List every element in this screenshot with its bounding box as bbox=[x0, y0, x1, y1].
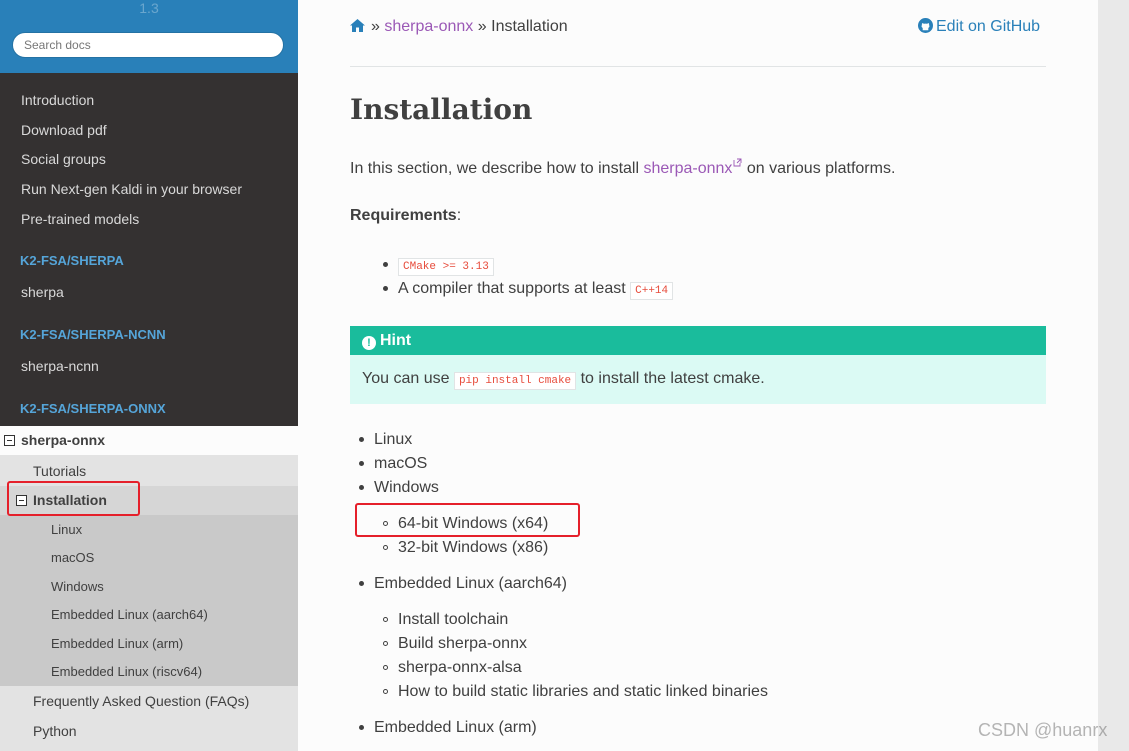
intro-text-end: on various platforms. bbox=[742, 160, 896, 177]
toc-static-libraries[interactable]: How to build static libraries and static… bbox=[398, 682, 768, 702]
nav-run-in-browser[interactable]: Run Next-gen Kaldi in your browser bbox=[21, 180, 242, 198]
nav-embedded-aarch64[interactable]: Embedded Linux (aarch64) bbox=[51, 607, 208, 623]
current-l1-row[interactable]: sherpa-onnx bbox=[0, 426, 298, 455]
req-item-cmake: CMake >= 3.13 bbox=[398, 255, 494, 277]
breadcrumb: » sherpa-onnx » Installation bbox=[350, 17, 568, 37]
hint-text-start: You can use bbox=[362, 370, 454, 387]
bullet bbox=[383, 665, 388, 670]
bullet bbox=[383, 286, 388, 291]
sherpa-onnx-link[interactable]: sherpa-onnx bbox=[643, 160, 732, 177]
toc-macos[interactable]: macOS bbox=[374, 454, 427, 474]
nav-embedded-arm[interactable]: Embedded Linux (arm) bbox=[51, 636, 183, 652]
bullet bbox=[359, 725, 364, 730]
bullet bbox=[383, 545, 388, 550]
hint-text: You can use pip install cmake to install… bbox=[362, 369, 765, 391]
code-cpp14: C++14 bbox=[630, 282, 674, 300]
divider bbox=[350, 66, 1046, 67]
breadcrumb-separator: » bbox=[371, 18, 380, 35]
bullet bbox=[359, 437, 364, 442]
nav-introduction[interactable]: Introduction bbox=[21, 91, 94, 109]
right-gutter bbox=[1098, 0, 1129, 751]
breadcrumb-current: Installation bbox=[491, 18, 568, 35]
nav-pretrained-models[interactable]: Pre-trained models bbox=[21, 210, 139, 228]
code-pip-install: pip install cmake bbox=[453, 372, 577, 390]
sidebar-header: 1.3 bbox=[0, 0, 298, 73]
caption-sherpa-onnx: K2-FSA/SHERPA-ONNX bbox=[20, 401, 166, 416]
bullet bbox=[383, 641, 388, 646]
req-compiler-text: A compiler that supports at least bbox=[398, 280, 631, 297]
bullet bbox=[359, 581, 364, 586]
annotation-box bbox=[355, 503, 580, 537]
intro-paragraph: In this section, we describe how to inst… bbox=[350, 158, 895, 179]
bullet bbox=[383, 262, 388, 267]
collapse-icon[interactable] bbox=[4, 435, 15, 446]
nav-faqs[interactable]: Frequently Asked Question (FAQs) bbox=[33, 692, 249, 710]
code-cmake: CMake >= 3.13 bbox=[398, 258, 494, 276]
toc-install-toolchain[interactable]: Install toolchain bbox=[398, 610, 508, 630]
toc-build-sherpa-onnx[interactable]: Build sherpa-onnx bbox=[398, 634, 527, 654]
github-icon bbox=[918, 18, 933, 33]
hint-text-end: to install the latest cmake. bbox=[576, 370, 765, 387]
home-icon[interactable] bbox=[350, 19, 365, 32]
edit-on-github-link[interactable]: Edit on GitHub bbox=[918, 17, 1040, 37]
nav-download-pdf[interactable]: Download pdf bbox=[21, 121, 107, 139]
nav-sherpa[interactable]: sherpa bbox=[21, 283, 64, 301]
edit-on-github-label: Edit on GitHub bbox=[936, 18, 1041, 35]
breadcrumb-separator: » bbox=[477, 18, 487, 35]
requirements-label: Requirements bbox=[350, 207, 457, 224]
nav-python[interactable]: Python bbox=[33, 722, 77, 740]
page-title: Installation bbox=[350, 93, 533, 126]
nav-social-groups[interactable]: Social groups bbox=[21, 150, 106, 168]
toc-windows[interactable]: Windows bbox=[374, 478, 439, 498]
nav-windows[interactable]: Windows bbox=[51, 579, 104, 595]
toc-win32[interactable]: 32-bit Windows (x86) bbox=[398, 538, 548, 558]
hint-title: Hint bbox=[380, 332, 412, 349]
toc-sherpa-onnx-alsa[interactable]: sherpa-onnx-alsa bbox=[398, 658, 522, 678]
bullet bbox=[383, 689, 388, 694]
breadcrumb-parent-link[interactable]: sherpa-onnx bbox=[384, 18, 473, 35]
toc-embedded-arm[interactable]: Embedded Linux (arm) bbox=[374, 718, 537, 738]
nav-embedded-riscv64[interactable]: Embedded Linux (riscv64) bbox=[51, 664, 202, 680]
annotation-box bbox=[7, 481, 140, 516]
nav-tutorials[interactable]: Tutorials bbox=[33, 462, 86, 480]
current-l3-block: Linux macOS Windows Embedded Linux (aarc… bbox=[0, 515, 298, 686]
nav-sherpa-ncnn[interactable]: sherpa-ncnn bbox=[21, 357, 99, 375]
nav-sherpa-onnx: sherpa-onnx bbox=[21, 432, 106, 448]
version-label: 1.3 bbox=[139, 0, 159, 16]
hint-header: ! Hint bbox=[350, 326, 1046, 355]
info-icon: ! bbox=[362, 336, 376, 350]
requirements-colon: : bbox=[456, 207, 462, 224]
intro-text: In this section, we describe how to inst… bbox=[350, 160, 644, 177]
req-item-compiler: A compiler that supports at least C++14 bbox=[398, 279, 674, 301]
watermark: CSDN @huanrx bbox=[978, 720, 1108, 740]
sidebar: 1.3 Introduction Download pdf Social gro… bbox=[0, 0, 298, 751]
toc-linux[interactable]: Linux bbox=[374, 430, 412, 450]
nav-macos[interactable]: macOS bbox=[51, 550, 94, 566]
bullet bbox=[359, 485, 364, 490]
toc-embedded-aarch64[interactable]: Embedded Linux (aarch64) bbox=[374, 574, 567, 594]
nav-linux[interactable]: Linux bbox=[51, 522, 82, 538]
search-input[interactable] bbox=[12, 32, 284, 58]
requirements-heading: Requirements: bbox=[350, 206, 461, 226]
caption-sherpa-ncnn: K2-FSA/SHERPA-NCNN bbox=[20, 327, 166, 342]
bullet bbox=[383, 617, 388, 622]
bullet bbox=[359, 461, 364, 466]
caption-sherpa: K2-FSA/SHERPA bbox=[20, 253, 124, 268]
